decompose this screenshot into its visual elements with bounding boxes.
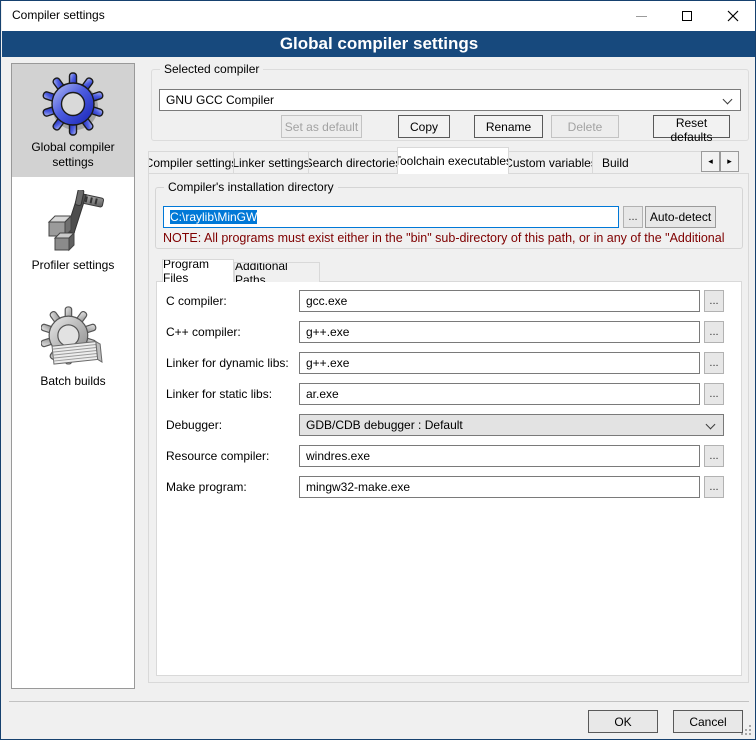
maximize-icon: [682, 11, 692, 21]
caliper-icon: [41, 190, 105, 254]
sidebar-label: Global compiler: [14, 140, 132, 155]
title-bar: Compiler settings: [2, 1, 756, 31]
c-compiler-input[interactable]: gcc.exe: [299, 290, 700, 312]
close-icon: [727, 10, 739, 22]
gear-stack-icon: [41, 306, 105, 370]
c-compiler-browse-button[interactable]: ...: [704, 290, 724, 312]
tab-compiler-settings[interactable]: Compiler settings: [148, 151, 234, 174]
close-button[interactable]: [710, 1, 756, 31]
linker-dynamic-label: Linker for dynamic libs:: [166, 356, 289, 370]
tab-search-directories[interactable]: Search directories: [308, 151, 398, 174]
sidebar-label: Profiler settings: [14, 258, 132, 273]
gear-blue-icon: [41, 72, 105, 136]
delete-button[interactable]: Delete: [551, 115, 619, 138]
tab-custom-variables[interactable]: Custom variables: [508, 151, 593, 174]
installation-directory-group-label: Compiler's installation directory: [164, 180, 338, 194]
browse-directory-button[interactable]: ...: [623, 206, 643, 228]
window-title: Compiler settings: [12, 8, 105, 22]
make-program-browse-button[interactable]: ...: [704, 476, 724, 498]
chevron-down-icon: [706, 420, 716, 430]
auto-detect-button[interactable]: Auto-detect: [645, 206, 716, 228]
linker-dynamic-browse-button[interactable]: ...: [704, 352, 724, 374]
linker-static-label: Linker for static libs:: [166, 387, 272, 401]
cpp-compiler-input[interactable]: g++.exe: [299, 321, 700, 343]
cpp-compiler-browse-button[interactable]: ...: [704, 321, 724, 343]
compiler-select-value: GNU GCC Compiler: [166, 93, 274, 107]
heading-title: Global compiler settings: [280, 34, 478, 54]
sidebar-item-profiler-settings[interactable]: Profiler settings: [12, 182, 134, 280]
tab-toolchain-executables[interactable]: Toolchain executables: [397, 147, 509, 174]
installation-directory-value: C:\raylib\MinGW: [170, 210, 257, 224]
make-program-label: Make program:: [166, 480, 247, 494]
cpp-compiler-label: C++ compiler:: [166, 325, 241, 339]
installation-directory-input[interactable]: C:\raylib\MinGW: [163, 206, 619, 228]
resize-grip[interactable]: [741, 725, 752, 736]
dialog-heading: Global compiler settings: [2, 31, 756, 57]
sidebar-item-batch-builds[interactable]: Batch builds: [12, 298, 134, 396]
resource-compiler-input[interactable]: windres.exe: [299, 445, 700, 467]
chevron-down-icon: [723, 95, 733, 105]
bin-subdirectory-note: NOTE: All programs must exist either in …: [163, 231, 741, 245]
copy-button[interactable]: Copy: [398, 115, 450, 138]
cancel-button[interactable]: Cancel: [673, 710, 743, 733]
debugger-select-value: GDB/CDB debugger : Default: [306, 418, 463, 432]
minimize-icon: [636, 16, 647, 17]
settings-category-list: Global compiler settings: [11, 63, 135, 689]
linker-static-browse-button[interactable]: ...: [704, 383, 724, 405]
linker-dynamic-input[interactable]: g++.exe: [299, 352, 700, 374]
compiler-select[interactable]: GNU GCC Compiler: [159, 89, 741, 111]
tab-linker-settings[interactable]: Linker settings: [233, 151, 309, 174]
debugger-label: Debugger:: [166, 418, 222, 432]
rename-button[interactable]: Rename: [474, 115, 543, 138]
sidebar-label: Batch builds: [14, 374, 132, 389]
sidebar-item-global-compiler-settings[interactable]: Global compiler settings: [12, 64, 134, 177]
maximize-button[interactable]: [664, 1, 710, 31]
footer-divider: [9, 701, 749, 702]
subtab-additional-paths[interactable]: Additional Paths: [234, 262, 320, 282]
make-program-input[interactable]: mingw32-make.exe: [299, 476, 700, 498]
debugger-select[interactable]: GDB/CDB debugger : Default: [299, 414, 724, 436]
tab-build-options[interactable]: Build: [592, 151, 701, 174]
compiler-settings-dialog: Compiler settings Global compiler settin…: [0, 0, 756, 740]
linker-static-input[interactable]: ar.exe: [299, 383, 700, 405]
set-as-default-button[interactable]: Set as default: [281, 115, 362, 138]
resource-compiler-label: Resource compiler:: [166, 449, 269, 463]
subtab-program-files[interactable]: Program Files: [162, 259, 234, 282]
selected-compiler-group-label: Selected compiler: [160, 62, 263, 76]
resource-compiler-browse-button[interactable]: ...: [704, 445, 724, 467]
tab-scroll-right-button[interactable]: ▸: [720, 151, 739, 172]
ok-button[interactable]: OK: [588, 710, 658, 733]
minimize-button[interactable]: [618, 1, 664, 31]
tab-scroll-left-button[interactable]: ◂: [701, 151, 720, 172]
reset-defaults-button[interactable]: Reset defaults: [653, 115, 730, 138]
c-compiler-label: C compiler:: [166, 294, 227, 308]
sidebar-label: settings: [14, 155, 132, 170]
